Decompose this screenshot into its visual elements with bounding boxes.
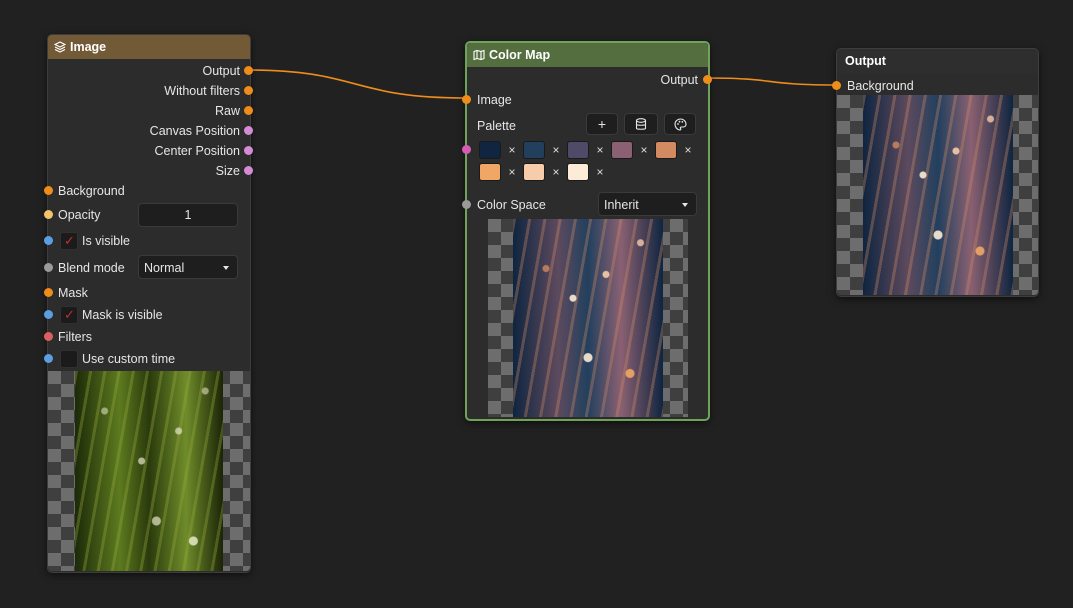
blend-mode-socket[interactable] bbox=[44, 263, 53, 272]
opacity-socket[interactable] bbox=[44, 210, 53, 219]
custom-time-label: Use custom time bbox=[82, 352, 176, 366]
palette-swatch[interactable] bbox=[479, 141, 501, 159]
remove-swatch-button[interactable]: × bbox=[507, 141, 517, 159]
opacity-label: Opacity bbox=[58, 208, 101, 222]
checkmark-icon: ✓ bbox=[64, 233, 75, 248]
output-node-header[interactable]: Output bbox=[837, 49, 1038, 73]
center-position-label: Center Position bbox=[154, 144, 240, 158]
is-visible-label: Is visible bbox=[82, 234, 130, 248]
raw-socket[interactable] bbox=[244, 106, 253, 115]
image-node-header[interactable]: Image bbox=[48, 35, 250, 59]
color-map-preview-background bbox=[488, 219, 688, 417]
palette-swatch[interactable] bbox=[611, 141, 633, 159]
palette-database-button[interactable] bbox=[624, 113, 658, 135]
output-node-title: Output bbox=[845, 54, 886, 68]
filters-label: Filters bbox=[58, 330, 93, 344]
palette-swatch[interactable] bbox=[567, 163, 589, 181]
palette-picker-button[interactable] bbox=[664, 113, 696, 135]
blend-mode-value: Normal bbox=[144, 261, 185, 275]
remove-swatch-button[interactable]: × bbox=[595, 141, 605, 159]
output-background-socket[interactable] bbox=[832, 81, 841, 90]
output-label: Output bbox=[202, 64, 240, 78]
color-space-label: Color Space bbox=[477, 198, 546, 212]
colormap-image-label: Image bbox=[477, 93, 512, 107]
palette-icon bbox=[673, 118, 687, 131]
chevron-down-icon bbox=[223, 266, 229, 270]
mask-socket[interactable] bbox=[44, 288, 53, 297]
size-socket[interactable] bbox=[244, 166, 253, 175]
palette-swatch[interactable] bbox=[523, 163, 545, 181]
mask-visible-checkbox[interactable]: ✓ bbox=[60, 306, 78, 324]
color-map-node-title: Color Map bbox=[489, 48, 551, 62]
remove-swatch-button[interactable]: × bbox=[551, 163, 561, 181]
is-visible-socket[interactable] bbox=[44, 236, 53, 245]
center-position-socket[interactable] bbox=[244, 146, 253, 155]
custom-time-checkbox[interactable] bbox=[60, 350, 78, 368]
filters-socket[interactable] bbox=[44, 332, 53, 341]
background-socket[interactable] bbox=[44, 186, 53, 195]
remove-swatch-button[interactable]: × bbox=[507, 163, 517, 181]
layers-icon bbox=[54, 41, 66, 53]
remove-swatch-button[interactable]: × bbox=[595, 163, 605, 181]
canvas-position-socket[interactable] bbox=[244, 126, 253, 135]
map-icon bbox=[473, 49, 485, 61]
background-label: Background bbox=[58, 184, 125, 198]
palette-swatch[interactable] bbox=[479, 163, 501, 181]
image-preview-background bbox=[48, 371, 250, 571]
wire-colormap-to-output bbox=[705, 77, 838, 86]
palette-swatch[interactable] bbox=[655, 141, 677, 159]
raw-label: Raw bbox=[214, 104, 240, 118]
size-label: Size bbox=[215, 164, 240, 178]
image-node[interactable]: Image Output Without filters Raw Canvas … bbox=[44, 34, 253, 573]
color-space-select[interactable]: Inherit bbox=[598, 192, 697, 216]
color-map-node[interactable]: Color Map Output Image Palette + × × × ×… bbox=[462, 41, 712, 421]
palette-swatch[interactable] bbox=[567, 141, 589, 159]
checkmark-icon: ✓ bbox=[64, 307, 75, 322]
without-filters-label: Without filters bbox=[164, 84, 240, 98]
add-color-button[interactable]: + bbox=[586, 113, 618, 135]
remove-swatch-button[interactable]: × bbox=[551, 141, 561, 159]
canvas-position-label: Canvas Position bbox=[149, 124, 240, 138]
palette-swatch[interactable] bbox=[523, 141, 545, 159]
wire-image-to-colormap bbox=[247, 69, 467, 99]
output-background-label: Background bbox=[847, 79, 914, 93]
mask-label: Mask bbox=[58, 286, 88, 300]
colormap-output-socket[interactable] bbox=[703, 75, 712, 84]
mask-visible-label: Mask is visible bbox=[82, 308, 163, 322]
output-node[interactable]: Output Background bbox=[832, 48, 1039, 297]
color-map-node-header[interactable]: Color Map bbox=[467, 43, 708, 67]
custom-time-socket[interactable] bbox=[44, 354, 53, 363]
remove-swatch-button[interactable]: × bbox=[683, 141, 693, 159]
blend-mode-select[interactable]: Normal bbox=[138, 255, 238, 279]
database-icon bbox=[635, 118, 647, 130]
mask-visible-socket[interactable] bbox=[44, 310, 53, 319]
colormap-output-label: Output bbox=[660, 73, 698, 87]
without-filters-socket[interactable] bbox=[244, 86, 253, 95]
color-space-value: Inherit bbox=[604, 198, 639, 212]
color-space-socket[interactable] bbox=[462, 200, 471, 209]
palette-socket[interactable] bbox=[462, 145, 471, 154]
output-photo-preview bbox=[863, 95, 1013, 295]
colormap-image-socket[interactable] bbox=[462, 95, 471, 104]
chamomile-photo-preview bbox=[75, 371, 223, 571]
image-node-title: Image bbox=[70, 40, 107, 54]
remove-swatch-button[interactable]: × bbox=[639, 141, 649, 159]
blend-mode-label: Blend mode bbox=[58, 261, 125, 275]
chevron-down-icon bbox=[682, 203, 688, 207]
palette-label: Palette bbox=[477, 119, 516, 133]
color-mapped-photo-preview bbox=[513, 219, 663, 417]
opacity-input[interactable]: 1 bbox=[138, 203, 238, 227]
is-visible-checkbox[interactable]: ✓ bbox=[60, 232, 78, 250]
output-preview-background bbox=[837, 95, 1038, 295]
output-socket[interactable] bbox=[244, 66, 253, 75]
